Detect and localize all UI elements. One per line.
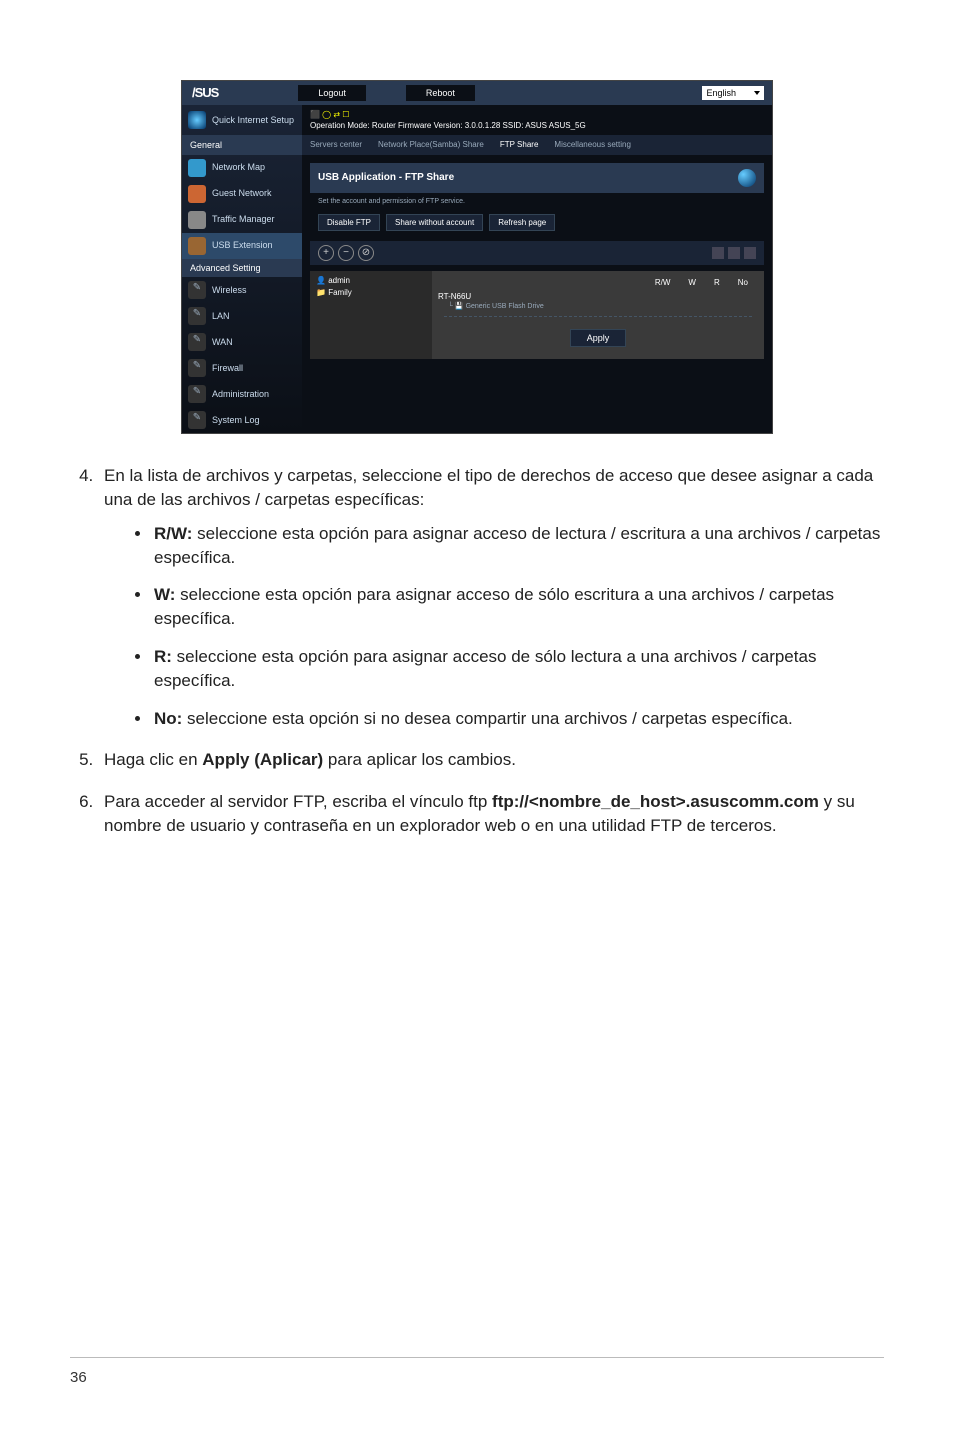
refresh-page-button[interactable]: Refresh page	[489, 214, 555, 231]
traffic-icon	[188, 211, 206, 229]
bullet-rw: R/W: seleccione esta opción para asignar…	[152, 522, 884, 570]
bullet-r: R: seleccione esta opción para asignar a…	[152, 645, 884, 693]
sidebar-qis[interactable]: Quick Internet Setup	[182, 105, 302, 136]
main-panel: ⬛ ◯ ⇄ ☐ Operation Mode: Router Firmware …	[302, 105, 772, 433]
perm-no: No	[738, 277, 748, 288]
step-4: En la lista de archivos y carpetas, sele…	[98, 464, 884, 730]
bullet-w: W: seleccione esta opción para asignar a…	[152, 583, 884, 631]
folder-tree: R/W W R No RT-N66U └ 💾 Generic USB Flash…	[432, 271, 764, 358]
router-ui-screenshot: /SUS Logout Reboot English Quick Interne…	[181, 80, 773, 434]
reboot-button[interactable]: Reboot	[406, 85, 475, 101]
tab-samba[interactable]: Network Place(Samba) Share	[370, 135, 492, 154]
panel-title: USB Application - FTP Share	[310, 163, 764, 193]
share-without-account-button[interactable]: Share without account	[386, 214, 483, 231]
icon3[interactable]	[744, 247, 756, 259]
tab-ftp[interactable]: FTP Share	[492, 135, 547, 154]
edit-icon[interactable]: ⊘	[358, 245, 374, 261]
apply-button[interactable]: Apply	[570, 329, 627, 347]
sidebar-item-usb[interactable]: USB Extension	[182, 233, 302, 259]
guest-icon	[188, 185, 206, 203]
sidebar-item-guest[interactable]: Guest Network	[182, 181, 302, 207]
panel-subtitle: Set the account and permission of FTP se…	[310, 193, 764, 211]
perm-r: R	[714, 277, 720, 288]
sidebar-item-lan[interactable]: ✎LAN	[182, 303, 302, 329]
user-list: 👤 admin 📁 Family	[310, 271, 432, 358]
footer-rule	[70, 1357, 884, 1358]
sidebar-section-adv: Advanced Setting	[182, 259, 302, 278]
globe-icon	[188, 111, 206, 129]
perm-w: W	[688, 277, 696, 288]
toolbar: + − ⊘	[310, 241, 764, 265]
user-family[interactable]: 📁 Family	[316, 287, 426, 298]
sidebar-item-syslog[interactable]: ✎System Log	[182, 407, 302, 433]
sidebar-item-netmap[interactable]: Network Map	[182, 155, 302, 181]
refresh-icon[interactable]	[738, 169, 756, 187]
tab-servers[interactable]: Servers center	[302, 135, 370, 154]
sidebar: Quick Internet Setup General Network Map…	[182, 105, 302, 433]
device-name: RT-N66U	[438, 291, 758, 302]
bullet-no: No: seleccione esta opción si no desea c…	[152, 707, 884, 731]
sidebar-item-wireless[interactable]: ✎Wireless	[182, 277, 302, 303]
add-icon[interactable]: +	[318, 245, 334, 261]
remove-icon[interactable]: −	[338, 245, 354, 261]
header-icons: ⬛ ◯ ⇄ ☐	[310, 110, 349, 119]
page-number: 36	[70, 1367, 87, 1388]
instruction-list: En la lista de archivos y carpetas, sele…	[70, 464, 884, 838]
icon2[interactable]	[728, 247, 740, 259]
icon1[interactable]	[712, 247, 724, 259]
language-select[interactable]: English	[702, 86, 764, 101]
step-6: Para acceder al servidor FTP, escriba el…	[98, 790, 884, 838]
usb-icon	[188, 237, 206, 255]
sidebar-item-traffic[interactable]: Traffic Manager	[182, 207, 302, 233]
asus-logo: /SUS	[192, 84, 218, 102]
disable-ftp-button[interactable]: Disable FTP	[318, 214, 380, 231]
sidebar-item-firewall[interactable]: ✎Firewall	[182, 355, 302, 381]
tab-misc[interactable]: Miscellaneous setting	[546, 135, 638, 154]
map-icon	[188, 159, 206, 177]
sidebar-item-wan[interactable]: ✎WAN	[182, 329, 302, 355]
user-admin[interactable]: 👤 admin	[316, 275, 426, 286]
perm-rw: R/W	[655, 277, 671, 288]
logout-button[interactable]: Logout	[298, 85, 366, 101]
qis-label: Quick Internet Setup	[212, 114, 294, 127]
header-info: ⬛ ◯ ⇄ ☐ Operation Mode: Router Firmware …	[302, 105, 772, 135]
drive-name[interactable]: └ 💾 Generic USB Flash Drive	[438, 302, 758, 312]
header-mode: Operation Mode: Router Firmware Version:…	[310, 120, 764, 131]
tabs: Servers center Network Place(Samba) Shar…	[302, 135, 772, 154]
sidebar-section-general: General	[182, 136, 302, 155]
sidebar-item-admin[interactable]: ✎Administration	[182, 381, 302, 407]
step-5: Haga clic en Apply (Aplicar) para aplica…	[98, 748, 884, 772]
